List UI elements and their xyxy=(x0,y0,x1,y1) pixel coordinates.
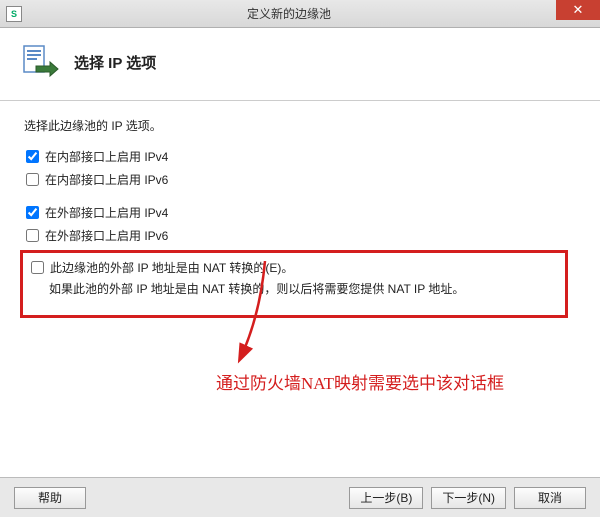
label-external-ipv4: 在外部接口上启用 IPv4 xyxy=(45,204,168,221)
label-nat: 此边缘池的外部 IP 地址是由 NAT 转换的(E)。 xyxy=(50,259,293,276)
checkbox-internal-ipv4[interactable] xyxy=(26,150,39,163)
wizard-footer: 帮助 上一步(B) 下一步(N) 取消 xyxy=(0,477,600,517)
checkbox-internal-ipv6[interactable] xyxy=(26,173,39,186)
titlebar: S 定义新的边缘池 ✕ xyxy=(0,0,600,28)
checkbox-nat[interactable] xyxy=(31,261,44,274)
check-internal-ipv4[interactable]: 在内部接口上启用 IPv4 xyxy=(24,148,576,165)
label-external-ipv6: 在外部接口上启用 IPv6 xyxy=(45,227,168,244)
annotation-text: 通过防火墙NAT映射需要选中该对话框 xyxy=(216,369,504,394)
next-button[interactable]: 下一步(N) xyxy=(431,487,506,509)
check-external-ipv6[interactable]: 在外部接口上启用 IPv6 xyxy=(24,227,576,244)
wizard-header: 选择 IP 选项 xyxy=(0,28,600,101)
label-internal-ipv4: 在内部接口上启用 IPv4 xyxy=(45,148,168,165)
checkbox-external-ipv4[interactable] xyxy=(26,206,39,219)
check-internal-ipv6[interactable]: 在内部接口上启用 IPv6 xyxy=(24,171,576,188)
close-button[interactable]: ✕ xyxy=(556,0,600,20)
content-area: 选择此边缘池的 IP 选项。 在内部接口上启用 IPv4 在内部接口上启用 IP… xyxy=(0,101,600,491)
page-title: 选择 IP 选项 xyxy=(74,52,156,73)
label-internal-ipv6: 在内部接口上启用 IPv6 xyxy=(45,171,168,188)
nat-note-text: 如果此池的外部 IP 地址是由 NAT 转换的，则以后将需要您提供 NAT IP… xyxy=(49,280,557,297)
cancel-button[interactable]: 取消 xyxy=(514,487,586,509)
instruction-text: 选择此边缘池的 IP 选项。 xyxy=(24,117,576,134)
check-external-ipv4[interactable]: 在外部接口上启用 IPv4 xyxy=(24,204,576,221)
back-button[interactable]: 上一步(B) xyxy=(349,487,423,509)
check-nat[interactable]: 此边缘池的外部 IP 地址是由 NAT 转换的(E)。 xyxy=(29,259,557,276)
help-button[interactable]: 帮助 xyxy=(14,487,86,509)
wizard-icon xyxy=(20,42,60,82)
window-title: 定义新的边缘池 xyxy=(22,5,556,22)
app-icon: S xyxy=(6,6,22,22)
checkbox-external-ipv6[interactable] xyxy=(26,229,39,242)
highlight-annotation-box: 此边缘池的外部 IP 地址是由 NAT 转换的(E)。 如果此池的外部 IP 地… xyxy=(20,250,568,318)
